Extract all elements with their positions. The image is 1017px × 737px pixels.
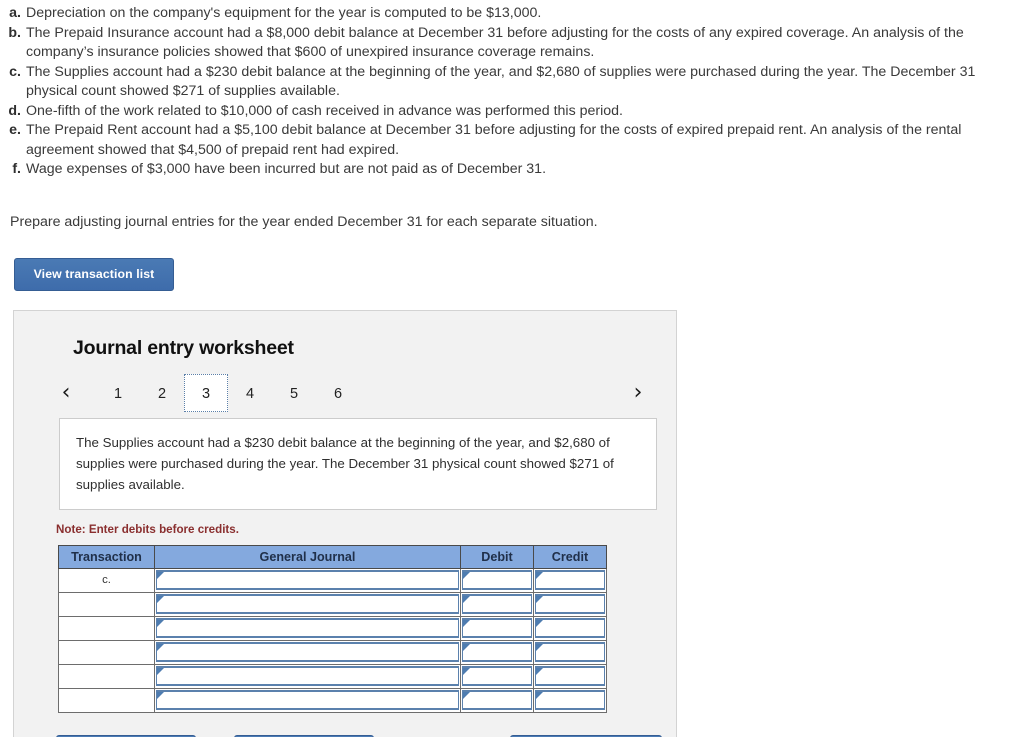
transaction-cell bbox=[58, 687, 155, 713]
general-journal-input[interactable] bbox=[156, 642, 459, 662]
general-journal-input[interactable] bbox=[156, 618, 459, 638]
problem-statement-list: a. Depreciation on the company's equipmen… bbox=[0, 0, 1017, 180]
table-row: c. bbox=[58, 567, 607, 593]
table-header-row: Transaction General Journal Debit Credit bbox=[58, 544, 607, 569]
pager-page-6[interactable]: 6 bbox=[316, 374, 360, 412]
journal-entry-worksheet-panel: Journal entry worksheet ‹ 123456 › The S… bbox=[13, 309, 677, 737]
transaction-cell bbox=[58, 663, 155, 689]
problem-item-text: The Prepaid Insurance account had a $8,0… bbox=[26, 24, 964, 61]
table-row bbox=[58, 639, 607, 665]
problem-item-letter: d. bbox=[8, 102, 21, 119]
pager-page-4[interactable]: 4 bbox=[228, 374, 272, 412]
credit-input[interactable] bbox=[535, 666, 605, 686]
table-row bbox=[58, 591, 607, 617]
problem-item-letter: e. bbox=[9, 122, 21, 138]
problem-item: b. The Prepaid Insurance account had a $8… bbox=[0, 24, 1017, 63]
problem-item: a. Depreciation on the company's equipmen… bbox=[0, 4, 1017, 24]
column-header: Transaction bbox=[58, 544, 155, 569]
table-row bbox=[58, 663, 607, 689]
credit-input[interactable] bbox=[535, 594, 605, 614]
problem-item-text: Depreciation on the company's equipment … bbox=[26, 5, 542, 21]
table-row bbox=[58, 615, 607, 641]
general-journal-cell[interactable] bbox=[154, 639, 461, 665]
instruction-text: Prepare adjusting journal entries for th… bbox=[10, 213, 598, 230]
credit-cell[interactable] bbox=[533, 663, 607, 689]
general-journal-cell[interactable] bbox=[154, 615, 461, 641]
transaction-cell bbox=[58, 591, 155, 617]
credit-cell[interactable] bbox=[533, 687, 607, 713]
transaction-cell bbox=[58, 639, 155, 665]
debit-input[interactable] bbox=[462, 642, 532, 662]
scenario-description-box: The Supplies account had a $230 debit ba… bbox=[59, 417, 657, 510]
credit-input[interactable] bbox=[535, 570, 605, 590]
problem-item: e. The Prepaid Rent account had a $5,100 … bbox=[0, 121, 1017, 160]
worksheet-title: Journal entry worksheet bbox=[73, 336, 294, 359]
view-transaction-list-button[interactable]: View transaction list bbox=[14, 257, 174, 291]
general-journal-cell[interactable] bbox=[154, 687, 461, 713]
problem-item-text: The Prepaid Rent account had a $5,100 de… bbox=[26, 122, 962, 158]
column-header: Debit bbox=[460, 544, 534, 569]
credit-cell[interactable] bbox=[533, 591, 607, 617]
worksheet-pager: ‹ 123456 › bbox=[14, 373, 676, 412]
problem-item-text: One-fifth of the work related to $10,000… bbox=[26, 102, 623, 119]
problem-item-text: Wage expenses of $3,000 have been incurr… bbox=[26, 161, 547, 177]
problem-item: f. Wage expenses of $3,000 have been incu… bbox=[0, 160, 1017, 180]
general-journal-input[interactable] bbox=[156, 666, 459, 686]
general-journal-input[interactable] bbox=[156, 570, 459, 590]
transaction-cell: c. bbox=[58, 567, 155, 593]
debit-input[interactable] bbox=[462, 690, 532, 710]
problem-item-text: The Supplies account had a $230 debit ba… bbox=[26, 63, 976, 100]
journal-entry-table: Transaction General Journal Debit Credit c. bbox=[58, 544, 607, 713]
problem-item-letter: b. bbox=[8, 24, 21, 41]
credit-cell[interactable] bbox=[533, 615, 607, 641]
credit-input[interactable] bbox=[535, 642, 605, 662]
pager-page-3[interactable]: 3 bbox=[184, 373, 228, 412]
pager-next-icon[interactable]: › bbox=[624, 381, 652, 404]
general-journal-cell[interactable] bbox=[154, 567, 461, 593]
debit-cell[interactable] bbox=[460, 615, 534, 641]
general-journal-cell[interactable] bbox=[154, 663, 461, 689]
problem-item-letter: f. bbox=[12, 161, 21, 177]
table-body: c. bbox=[58, 567, 607, 713]
debit-cell[interactable] bbox=[460, 591, 534, 617]
pager-number-list: 123456 bbox=[96, 373, 360, 412]
pager-page-2[interactable]: 2 bbox=[140, 374, 184, 412]
transaction-cell bbox=[58, 615, 155, 641]
credit-cell[interactable] bbox=[533, 567, 607, 593]
debit-input[interactable] bbox=[462, 570, 532, 590]
problem-item-letter: a. bbox=[9, 5, 21, 21]
debit-input[interactable] bbox=[462, 594, 532, 614]
general-journal-input[interactable] bbox=[156, 690, 459, 710]
column-header: Credit bbox=[533, 544, 607, 569]
debit-input[interactable] bbox=[462, 666, 532, 686]
general-journal-input[interactable] bbox=[156, 594, 459, 614]
problem-item-letter: c. bbox=[9, 63, 21, 80]
pager-page-5[interactable]: 5 bbox=[272, 374, 316, 412]
debit-cell[interactable] bbox=[460, 687, 534, 713]
problem-item: d. One-fifth of the work related to $10,0… bbox=[0, 102, 1017, 122]
problem-item: c. The Supplies account had a $230 debit … bbox=[0, 63, 1017, 102]
pager-prev-icon[interactable]: ‹ bbox=[52, 381, 80, 404]
table-row bbox=[58, 687, 607, 713]
page-root: a. Depreciation on the company's equipmen… bbox=[0, 0, 1017, 737]
debit-cell[interactable] bbox=[460, 567, 534, 593]
debit-cell[interactable] bbox=[460, 663, 534, 689]
credit-cell[interactable] bbox=[533, 639, 607, 665]
debit-cell[interactable] bbox=[460, 639, 534, 665]
debit-input[interactable] bbox=[462, 618, 532, 638]
debits-before-credits-note: Note: Enter debits before credits. bbox=[56, 522, 239, 536]
credit-input[interactable] bbox=[535, 618, 605, 638]
credit-input[interactable] bbox=[535, 690, 605, 710]
general-journal-cell[interactable] bbox=[154, 591, 461, 617]
pager-page-1[interactable]: 1 bbox=[96, 374, 140, 412]
column-header: General Journal bbox=[154, 544, 461, 569]
